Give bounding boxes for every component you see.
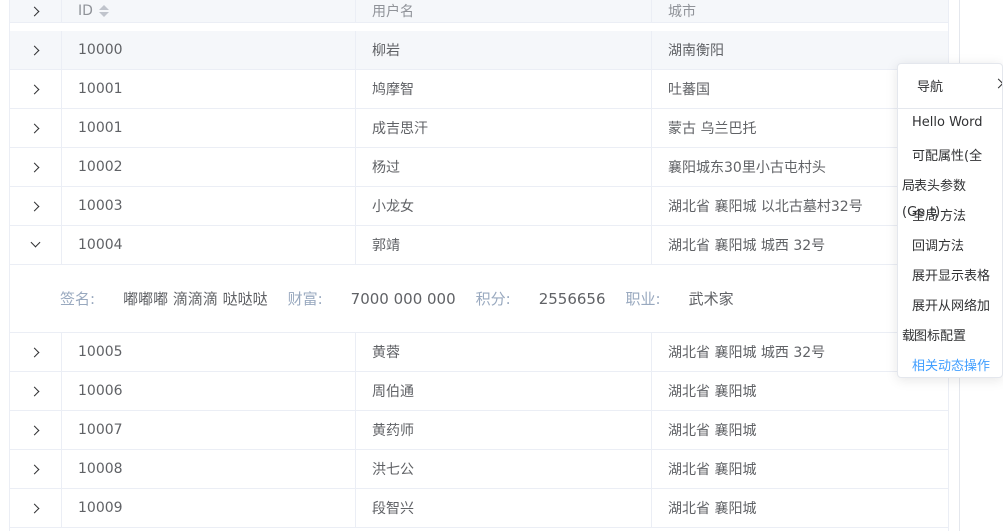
menu-item-config-props[interactable]: 可配属性(全 [912,145,982,164]
cell-id: 10003 [62,187,356,225]
cell-name: 郭靖 [356,226,652,264]
table-row[interactable]: 10001 成吉思汗 蒙古 乌兰巴托 [10,109,948,148]
table-row[interactable]: 10007 黄药师 湖北省 襄阳城 [10,411,948,450]
expand-toggle[interactable] [10,372,62,410]
table-row-expanded[interactable]: 10004 郭靖 湖北省 襄阳城 城西 32号 [10,226,948,265]
menu-item-header-params[interactable]: 表头参数 [914,175,966,194]
sort-icon[interactable] [98,5,109,17]
chevron-right-icon [29,425,39,435]
chevron-right-icon [29,503,39,513]
cell-name: 周伯通 [356,372,652,410]
expand-toggle[interactable] [10,31,62,69]
cell-name: 黄蓉 [356,333,652,371]
menu-item-expand-network[interactable]: 展开从网络加 [912,295,990,314]
cell-name: 小龙女 [356,187,652,225]
chevron-right-icon [29,464,39,474]
cell-id: 10002 [62,148,356,186]
table-row[interactable]: 10003 小龙女 湖北省 襄阳城 以北古墓村32号 [10,187,948,226]
cell-id: 10009 [62,489,356,527]
expand-toggle[interactable] [10,187,62,225]
chevron-right-icon [29,347,39,357]
cell-city: 湖北省 襄阳城 [668,462,757,478]
expand-toggle[interactable] [10,489,62,527]
cell-id: 10006 [62,372,356,410]
table-row[interactable]: 10006 周伯通 湖北省 襄阳城 [10,372,948,411]
cell-id: 10007 [62,411,356,449]
menu-item-dynamic-ops[interactable]: 相关动态操作 [912,355,990,374]
table-row[interactable]: 10009 段智兴 湖北省 襄阳城 [10,489,948,528]
cell-name: 洪七公 [356,450,652,488]
chevron-right-icon [29,162,39,172]
expand-toggle[interactable] [10,411,62,449]
job-value: 武术家 [688,290,734,308]
column-header-id[interactable]: ID [62,0,356,22]
expanded-row-detail: 签名: 嘟嘟嘟 滴滴滴 哒哒哒 财富: 7000 000 000 积分: 255… [10,265,948,333]
chevron-right-icon [29,45,39,55]
column-header-name: 用户名 [356,0,652,22]
cell-id: 10000 [62,31,356,69]
chevron-down-icon [30,237,41,248]
table-header: ID 用户名 城市 [10,0,948,23]
cell-name: 成吉思汗 [356,109,652,147]
menu-item-expand-table[interactable]: 展开显示表格 [912,265,990,284]
expand-toggle[interactable] [10,70,62,108]
cell-id: 10005 [62,333,356,371]
column-header-city: 城市 [668,4,696,20]
cell-name: 柳岩 [356,31,652,69]
menu-item-global-get-suffix[interactable]: t) [930,205,940,220]
cell-name: 鸠摩智 [356,70,652,108]
signature-value: 嘟嘟嘟 滴滴滴 哒哒哒 [123,290,268,308]
wealth-value: 7000 000 000 [350,289,456,308]
cell-id: 10001 [62,109,356,147]
cell-city: 湖北省 襄阳城 [668,501,757,517]
table-row[interactable]: 10008 洪七公 湖北省 襄阳城 [10,450,948,489]
chevron-right-icon [29,123,39,133]
table-row[interactable]: 10001 鸠摩智 吐蕃国 [10,70,948,109]
chevron-right-icon [29,386,39,396]
cell-id: 10004 [62,226,356,264]
expand-toggle[interactable] [10,148,62,186]
expand-toggle[interactable] [10,450,62,488]
divider [898,108,1002,109]
chevron-right-icon [29,84,39,94]
table-row[interactable]: 10005 黄蓉 湖北省 襄阳城 城西 32号 [10,333,948,372]
data-table: ID 用户名 城市 10000 柳岩 湖南衡阳 10001 鸠摩智 吐蕃国 10… [9,0,949,531]
points-value: 2556656 [538,289,606,308]
chevron-right-icon [29,201,39,211]
job-label: 职业: [625,290,661,308]
menu-item-callbacks[interactable]: 回调方法 [912,235,964,254]
menu-item-methods[interactable]: 方法 [940,205,966,224]
cell-id: 10008 [62,450,356,488]
signature-label: 签名: [60,290,96,308]
menu-item-hello-word[interactable]: Hello Word [912,115,983,130]
nav-menu-title[interactable]: 导航 [917,76,943,95]
cell-name: 黄药师 [356,411,652,449]
expand-column-header [10,0,62,22]
points-label: 积分: [475,290,511,308]
menu-item-icon-config[interactable]: 图标配置 [914,325,966,344]
expand-toggle[interactable] [10,109,62,147]
table-row[interactable]: 10002 杨过 襄阳城东30里小古屯村头 [10,148,948,187]
expand-toggle[interactable] [10,226,62,264]
nav-menu: 导航 Hello Word 可配属性(全 局 表头参数 (Ge 全局 t) 方法… [897,63,1003,378]
expand-toggle[interactable] [10,333,62,371]
cell-name: 杨过 [356,148,652,186]
table-row[interactable]: 10000 柳岩 湖南衡阳 [10,31,948,70]
wealth-label: 财富: [287,290,323,308]
cell-city: 湖北省 襄阳城 [668,423,757,439]
chevron-right-icon[interactable] [993,78,1002,89]
chevron-right-icon [29,6,39,16]
cell-name: 段智兴 [356,489,652,527]
cell-id: 10001 [62,70,356,108]
